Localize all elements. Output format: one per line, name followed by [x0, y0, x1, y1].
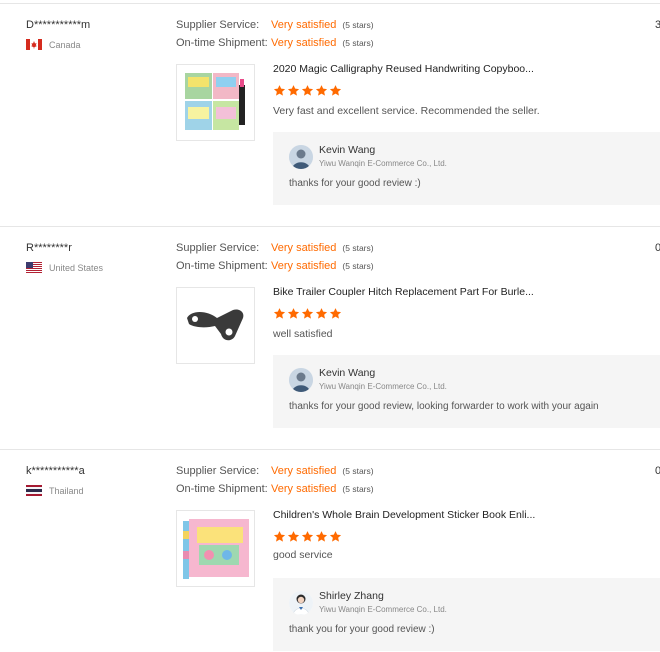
shipment-rating: On-time Shipment: Very satisfied (5 stars): [176, 483, 374, 495]
star-icon: [301, 531, 314, 542]
supplier-reply: Kevin Wang Yiwu Wanqin E-Commerce Co., L…: [273, 132, 660, 205]
review-comment: well satisfied: [273, 328, 333, 340]
shipment-value: Very satisfied: [271, 37, 337, 49]
review-date-cut: 0: [655, 242, 660, 254]
star-icon: [329, 531, 342, 542]
country-label: United States: [49, 262, 104, 273]
buyer-name: k***********a: [26, 465, 85, 477]
shipment-count: (5 stars): [342, 261, 374, 271]
star-icon: [287, 85, 300, 96]
supplier-service-label: Supplier Service:: [176, 242, 260, 254]
country-label: Canada: [49, 39, 81, 50]
review-date-cut: 3: [655, 19, 660, 31]
shipment-value: Very satisfied: [271, 483, 337, 495]
buyer-country: Canada: [26, 39, 81, 50]
shipment-count: (5 stars): [342, 38, 374, 48]
country-label: Thailand: [49, 485, 84, 496]
thailand-flag-icon: [26, 485, 42, 496]
star-icon: [315, 531, 328, 542]
shipment-count: (5 stars): [342, 484, 374, 494]
product-title-link[interactable]: 2020 Magic Calligraphy Reused Handwritin…: [273, 63, 534, 75]
reply-author-name: Kevin Wang: [319, 144, 376, 156]
review-comment: good service: [273, 549, 333, 561]
review-item: R********r United States Supplier Servic…: [0, 226, 660, 449]
product-thumbnail[interactable]: [176, 510, 255, 587]
supplier-service-value: Very satisfied: [271, 19, 337, 31]
reply-text: thanks for your good review, looking for…: [289, 401, 599, 412]
buyer-country: United States: [26, 262, 103, 273]
canada-flag-icon: [26, 39, 42, 50]
shipment-label: On-time Shipment:: [176, 260, 268, 272]
supplier-service-rating: Supplier Service: Very satisfied (5 stars): [176, 242, 374, 254]
shipment-label: On-time Shipment:: [176, 483, 268, 495]
reply-text: thank you for your good review :): [289, 624, 435, 635]
star-icon: [287, 531, 300, 542]
reply-company-name: Yiwu Wanqin E-Commerce Co., Ltd.: [319, 382, 447, 391]
review-comment: Very fast and excellent service. Recomme…: [273, 105, 540, 117]
supplier-service-label: Supplier Service:: [176, 19, 260, 31]
star-icon: [273, 85, 286, 96]
star-icon: [329, 85, 342, 96]
product-thumbnail[interactable]: [176, 64, 255, 141]
avatar: [289, 368, 313, 392]
shipment-label: On-time Shipment:: [176, 37, 268, 49]
reply-company-name: Yiwu Wanqin E-Commerce Co., Ltd.: [319, 605, 447, 614]
supplier-service-label: Supplier Service:: [176, 465, 260, 477]
reply-company-name: Yiwu Wanqin E-Commerce Co., Ltd.: [319, 159, 447, 168]
supplier-service-count: (5 stars): [342, 243, 374, 253]
supplier-reply: Shirley Zhang Yiwu Wanqin E-Commerce Co.…: [273, 578, 660, 651]
shipment-rating: On-time Shipment: Very satisfied (5 stars): [176, 260, 374, 272]
review-item: D***********m Canada Supplier Service: Ve…: [0, 3, 660, 226]
supplier-service-value: Very satisfied: [271, 242, 337, 254]
star-icon: [273, 531, 286, 542]
star-icon: [315, 308, 328, 319]
reply-text: thanks for your good review :): [289, 178, 421, 189]
supplier-service-count: (5 stars): [342, 466, 374, 476]
product-rating-stars: [273, 84, 342, 97]
star-icon: [273, 308, 286, 319]
review-date-cut: 0: [655, 465, 660, 477]
product-title-link[interactable]: Children's Whole Brain Development Stick…: [273, 509, 535, 521]
star-icon: [301, 308, 314, 319]
buyer-name: R********r: [26, 242, 72, 254]
supplier-service-rating: Supplier Service: Very satisfied (5 stars): [176, 19, 374, 31]
star-icon: [315, 85, 328, 96]
supplier-service-rating: Supplier Service: Very satisfied (5 stars): [176, 465, 374, 477]
buyer-name: D***********m: [26, 19, 91, 31]
supplier-service-count: (5 stars): [342, 20, 374, 30]
reply-author-name: Kevin Wang: [319, 367, 376, 379]
star-icon: [301, 85, 314, 96]
shipment-rating: On-time Shipment: Very satisfied (5 stars): [176, 37, 374, 49]
star-icon: [329, 308, 342, 319]
product-title-link[interactable]: Bike Trailer Coupler Hitch Replacement P…: [273, 286, 534, 298]
us-flag-icon: [26, 262, 42, 273]
avatar: [289, 591, 313, 615]
supplier-reply: Kevin Wang Yiwu Wanqin E-Commerce Co., L…: [273, 355, 660, 428]
avatar: [289, 145, 313, 169]
reply-author-name: Shirley Zhang: [319, 590, 384, 602]
shipment-value: Very satisfied: [271, 260, 337, 272]
product-rating-stars: [273, 307, 342, 320]
buyer-country: Thailand: [26, 485, 84, 496]
product-rating-stars: [273, 530, 342, 543]
review-item: k***********a Thailand Supplier Service:…: [0, 449, 660, 652]
product-thumbnail[interactable]: [176, 287, 255, 364]
supplier-service-value: Very satisfied: [271, 465, 337, 477]
star-icon: [287, 308, 300, 319]
